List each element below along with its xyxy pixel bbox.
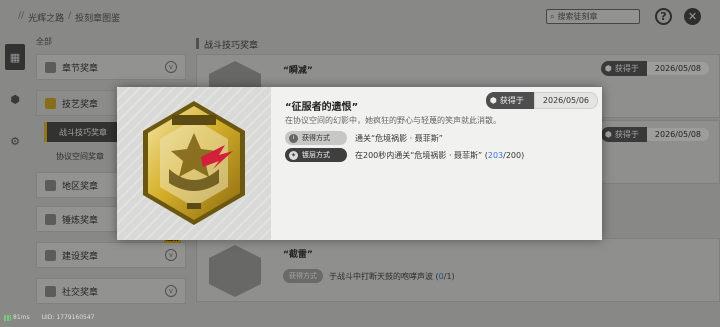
uid-label: UID: 1779160547	[41, 314, 95, 321]
plating-progress-tail: /200)	[503, 150, 525, 160]
signal-icon	[4, 314, 11, 321]
medal-detail-modal: “征服者的遗恨” 在协议空间的幻影中，她疯狂的野心与轻蔑的笑声就此消散。 ⬢ 获得…	[117, 87, 602, 240]
medal-small-icon: ⬢	[489, 96, 497, 105]
ping-value: 81ms	[13, 314, 30, 321]
plating-icon: ◈	[289, 150, 298, 160]
plating-method-tag: ◈ 镀层方式	[285, 148, 347, 162]
acquire-method-text: 通关“危境祸影 · 聂菲斯”	[355, 133, 443, 143]
plating-progress-current: 203	[487, 150, 504, 160]
modal-description: 在协议空间的幻影中，她疯狂的野心与轻蔑的笑声就此消散。	[285, 116, 501, 125]
medal-display	[117, 87, 271, 240]
ping-indicator: 81ms	[4, 314, 30, 321]
conqueror-medal-icon	[143, 101, 245, 225]
plating-method-text: 在200秒内通关“危境祸影 · 聂菲斯” (	[355, 150, 488, 160]
acquire-method-row: i 获得方式 通关“危境祸影 · 聂菲斯”	[285, 131, 443, 145]
obtained-label: 获得于	[499, 96, 524, 105]
modal-title: “征服者的遗恨”	[285, 102, 359, 113]
status-footer: 81ms UID: 1779160547	[4, 314, 95, 321]
plating-method-row: ◈ 镀层方式 在200秒内通关“危境祸影 · 聂菲斯” (203/200)	[285, 148, 524, 162]
obtained-badge: ⬢ 获得于 2026/05/06	[485, 92, 598, 109]
acquire-method-tag: i 获得方式	[285, 131, 347, 145]
info-icon: i	[289, 133, 298, 143]
obtained-date: 2026/05/06	[533, 92, 598, 109]
